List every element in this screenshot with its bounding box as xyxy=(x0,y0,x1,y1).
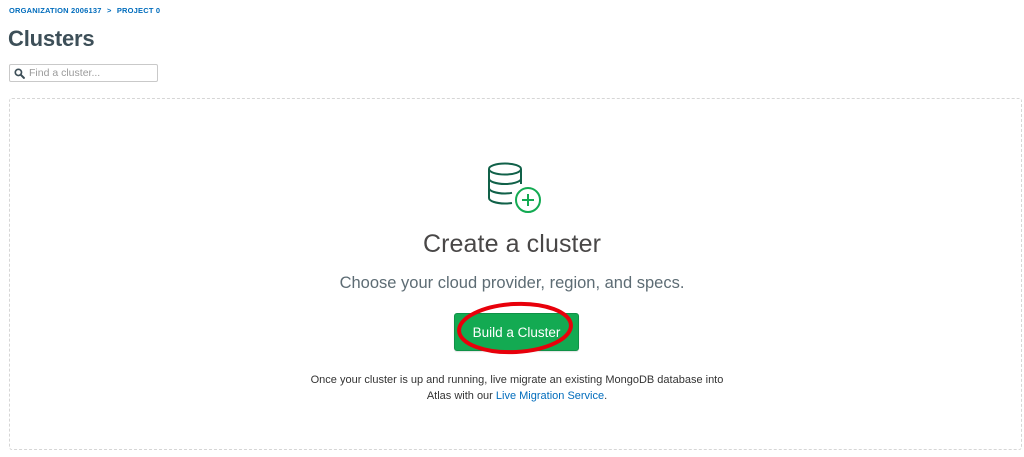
breadcrumb: ORGANIZATION 2006137 > PROJECT 0 xyxy=(9,6,160,15)
cluster-search-input[interactable] xyxy=(25,66,157,80)
empty-state-title: Create a cluster xyxy=(422,230,602,258)
database-add-icon xyxy=(488,162,541,213)
breadcrumb-project[interactable]: PROJECT 0 xyxy=(117,6,160,15)
clusters-page: ORGANIZATION 2006137 > PROJECT 0 Cluster… xyxy=(0,0,1024,457)
cluster-search-box[interactable] xyxy=(9,64,158,82)
build-cluster-button[interactable]: Build a Cluster xyxy=(454,313,579,351)
empty-state-subtitle: Choose your cloud provider, region, and … xyxy=(339,274,685,292)
migration-note: Once your cluster is up and running, liv… xyxy=(0,372,1024,404)
page-title: Clusters xyxy=(8,26,95,51)
migration-note-line1: Once your cluster is up and running, liv… xyxy=(310,374,724,386)
breadcrumb-organization[interactable]: ORGANIZATION 2006137 xyxy=(9,6,102,15)
migration-note-suffix: . xyxy=(604,390,608,402)
migration-note-line2-prefix: Atlas with our xyxy=(426,390,496,402)
search-icon xyxy=(14,67,25,79)
live-migration-service-link[interactable]: Live Migration Service xyxy=(496,390,604,402)
breadcrumb-separator: > xyxy=(106,6,112,15)
